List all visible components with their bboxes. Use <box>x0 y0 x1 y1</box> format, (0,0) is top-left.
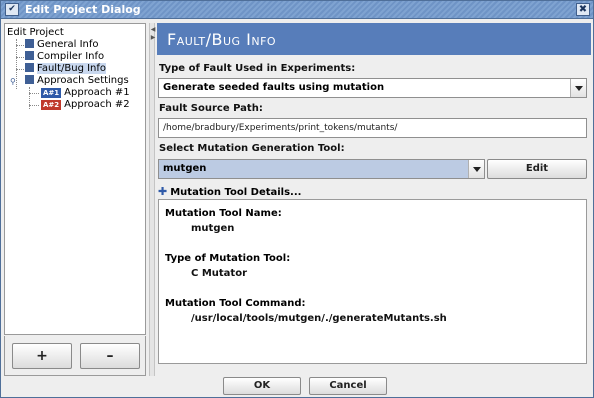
tool-type-value: C Mutator <box>191 268 248 279</box>
node-icon <box>25 39 34 48</box>
tree-item-label: Approach #1 <box>64 87 130 98</box>
fault-type-value: Generate seeded faults using mutation <box>163 82 385 93</box>
tree-item-label: Fault/Bug Info <box>37 63 107 74</box>
tree-item-approach-settings[interactable]: Approach Settings <box>25 75 129 87</box>
tree-item-label: General Info <box>37 39 99 50</box>
edit-project-dialog: ✔ Edit Project Dialog ✖ Edit Project Gen… <box>0 0 594 398</box>
mutation-tool-value: mutgen <box>163 163 207 174</box>
tool-command-label: Mutation Tool Command: <box>165 298 306 309</box>
split-pane-divider[interactable]: ◀ ▶ <box>149 23 155 376</box>
tree-item-label: Compiler Info <box>37 51 105 62</box>
panel-header: Fault/Bug Info <box>157 23 591 55</box>
tree-item-label: Approach Settings <box>37 75 129 86</box>
details-toggle[interactable]: ✚ Mutation Tool Details... <box>158 185 301 198</box>
expand-toggle-icon[interactable]: ⚲ <box>10 77 16 86</box>
tree-item-label: Approach #2 <box>64 99 130 110</box>
approach-badge: A#2 <box>41 100 62 110</box>
tree-root-label: Edit Project <box>7 27 64 38</box>
collapse-left-icon[interactable]: ◀ <box>150 27 156 33</box>
add-button[interactable]: + <box>12 343 72 369</box>
tree-button-bar: + – <box>4 336 146 376</box>
cancel-button[interactable]: Cancel <box>309 377 387 395</box>
edit-button[interactable]: Edit <box>487 159 587 179</box>
ok-button[interactable]: OK <box>223 377 301 395</box>
title-bar[interactable]: ✔ Edit Project Dialog ✖ <box>1 1 593 19</box>
fault-type-select[interactable]: Generate seeded faults using mutation <box>158 78 587 98</box>
tool-name-value: mutgen <box>191 223 235 234</box>
node-icon <box>25 63 34 72</box>
page-title: Fault/Bug Info <box>167 30 277 49</box>
mutation-tool-select[interactable]: mutgen <box>158 159 485 179</box>
window-title: Edit Project Dialog <box>25 3 141 16</box>
source-path-field[interactable]: /home/bradbury/Experiments/print_tokens/… <box>158 118 587 138</box>
close-icon[interactable]: ✖ <box>576 3 590 16</box>
source-path-label: Fault Source Path: <box>159 103 263 114</box>
tree-item-approach-1[interactable]: A#1 Approach #1 <box>41 87 130 99</box>
chevron-down-icon[interactable] <box>468 160 484 178</box>
dialog-button-bar: OK Cancel <box>2 377 592 397</box>
node-icon <box>25 51 34 60</box>
tree-item-general-info[interactable]: General Info <box>25 39 99 51</box>
tool-command-value: /usr/local/tools/mutgen/./generateMutant… <box>191 313 447 324</box>
node-icon <box>25 75 34 84</box>
tool-type-label: Type of Mutation Tool: <box>165 253 291 264</box>
tree-item-compiler-info[interactable]: Compiler Info <box>25 51 104 63</box>
details-toggle-label: Mutation Tool Details... <box>170 187 302 198</box>
fault-type-label: Type of Fault Used in Experiments: <box>159 63 356 74</box>
tree-item-approach-2[interactable]: A#2 Approach #2 <box>41 99 130 111</box>
tool-name-label: Mutation Tool Name: <box>165 208 282 219</box>
tool-label: Select Mutation Generation Tool: <box>159 143 345 154</box>
collapse-right-icon[interactable]: ▶ <box>150 35 156 41</box>
chevron-down-icon[interactable] <box>570 79 586 97</box>
remove-button[interactable]: – <box>80 343 140 369</box>
window-menu-icon[interactable]: ✔ <box>5 3 19 16</box>
tree-root[interactable]: Edit Project <box>7 27 64 39</box>
source-path-value: /home/bradbury/Experiments/print_tokens/… <box>163 123 398 133</box>
approach-badge: A#1 <box>41 88 62 98</box>
tree-item-fault-bug-info[interactable]: Fault/Bug Info <box>25 63 107 75</box>
mutation-tool-details: Mutation Tool Name: mutgen Type of Mutat… <box>158 199 587 364</box>
project-tree[interactable]: Edit Project General Info Compiler Info … <box>4 23 146 335</box>
expand-plus-icon: ✚ <box>158 185 168 198</box>
